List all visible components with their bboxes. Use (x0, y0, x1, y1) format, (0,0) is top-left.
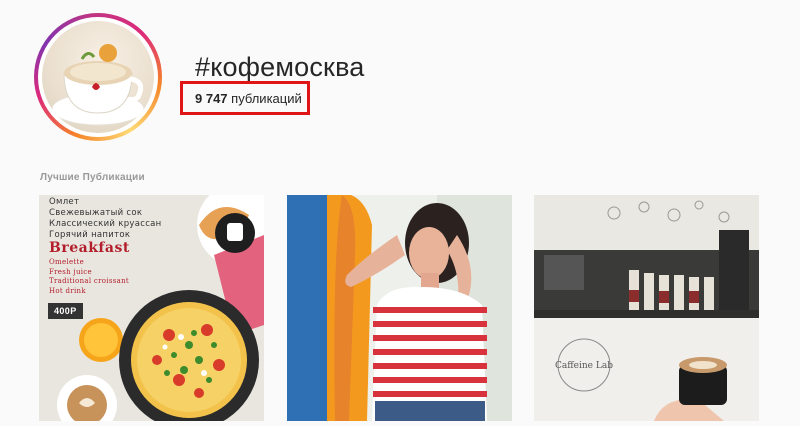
post-count-label: публикаций (231, 91, 302, 106)
hashtag-title: #кофемосква (195, 52, 365, 82)
top-posts-heading: Лучшие Публикации (40, 172, 145, 183)
menu-ru-item: Свежевыжатый сок (49, 208, 143, 218)
menu-en-item: Hot drink (49, 286, 86, 295)
menu-ru-list: Омлет Свежевыжатый сок Классический круа… (49, 197, 162, 241)
post-count-number: 9 747 (195, 91, 228, 106)
menu-en-list: Omelette Fresh juice Traditional croissa… (49, 258, 129, 296)
post-thumbnail-portrait[interactable] (287, 195, 512, 421)
post-thumbnail-breakfast[interactable]: Омлет Свежевыжатый сок Классический круа… (39, 195, 264, 421)
post-thumbnail-cafe[interactable]: Caffeine Lab (534, 195, 759, 421)
menu-en-item: Traditional croissant (49, 277, 130, 285)
menu-ru-item: Омлет (49, 197, 80, 207)
coffee-cup-image (51, 44, 145, 126)
hashtag-avatar (34, 13, 162, 141)
post-count: 9 747 публикаций (195, 91, 302, 106)
price-badge: 400Р (48, 303, 83, 319)
menu-title: Breakfast (49, 240, 130, 256)
menu-ru-item: Классический круассан (49, 219, 162, 229)
cafe-sign-text: Caffeine Lab (555, 361, 613, 371)
menu-en-item: Fresh juice (49, 267, 92, 276)
menu-en-item: Omelette (49, 258, 85, 266)
